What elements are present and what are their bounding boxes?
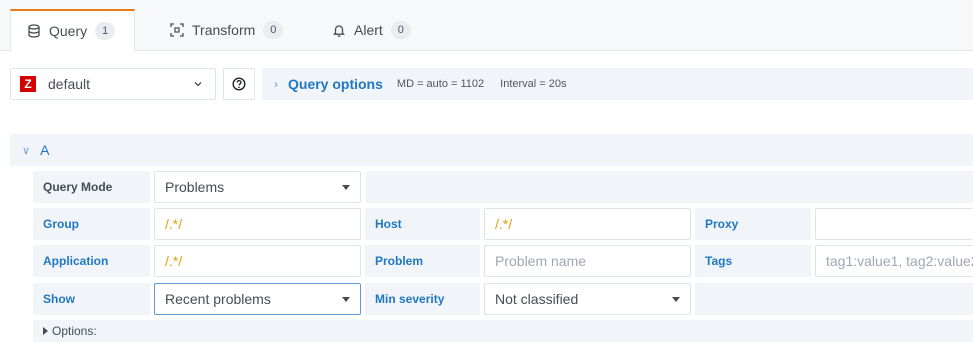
query-letter: A [40,142,50,158]
database-icon [28,24,40,38]
collapse-chevron-icon: ∨ [22,144,31,157]
options-label: Options: [52,324,97,338]
datasource-name: default [48,76,91,92]
tab-query[interactable]: Query 1 [10,9,135,52]
tab-transform[interactable]: Transform 0 [170,9,284,51]
show-value: Recent problems [165,291,271,307]
tags-label: Tags [695,245,811,277]
group-label: Group [33,208,150,240]
chevron-right-icon: › [274,77,278,91]
show-label: Show [33,283,150,315]
query-mode-select[interactable]: Problems [154,171,361,203]
datasource-picker[interactable]: Z default [10,68,216,100]
options-toggle[interactable]: Options: [33,320,973,342]
help-button[interactable] [223,68,255,100]
query-mode-value: Problems [165,179,225,195]
min-severity-label: Min severity [365,283,480,315]
chevron-down-icon [194,82,202,87]
caret-down-icon [342,296,350,302]
zabbix-logo-icon: Z [20,76,36,92]
caret-down-icon [342,184,350,190]
question-circle-icon [232,77,246,91]
proxy-label: Proxy [695,208,811,240]
caret-down-icon [672,296,680,302]
min-severity-select[interactable]: Not classified [484,283,691,315]
tab-query-count: 1 [95,22,116,40]
tab-transform-label: Transform [192,22,256,38]
tags-input[interactable]: tag1:value1, tag2:value2 [815,245,973,277]
caret-right-icon [43,327,48,335]
host-input[interactable]: /.*/ [484,208,691,240]
problem-input[interactable]: Problem name [484,245,691,277]
tab-alert-label: Alert [354,22,383,38]
query-options-md: MD = auto = 1102 [396,78,485,90]
row-filler [366,171,973,203]
transform-icon [170,23,184,37]
group-input[interactable]: /.*/ [154,208,361,240]
proxy-input[interactable] [815,208,973,240]
application-input[interactable]: /.*/ [154,245,361,277]
tab-query-label: Query [49,23,88,39]
show-select[interactable]: Recent problems [154,283,361,315]
host-label: Host [365,208,480,240]
application-label: Application [33,245,150,277]
query-mode-label: Query Mode [33,171,150,203]
tab-alert-count: 0 [390,21,411,39]
query-options-interval: Interval = 20s [500,78,567,90]
tab-transform-count: 0 [263,21,284,39]
query-options-title: Query options [288,76,383,92]
bell-icon [333,25,345,37]
min-severity-value: Not classified [495,291,579,307]
query-options-toggle[interactable]: › Query options MD = auto = 1102 Interva… [262,68,973,100]
query-tab-bar: Query 1 Transform 0 Alert 0 [0,0,973,52]
problem-label: Problem [365,245,480,277]
tab-alert[interactable]: Alert 0 [332,9,411,51]
query-a-header[interactable]: ∨ A [10,134,973,166]
row-filler [695,283,973,315]
